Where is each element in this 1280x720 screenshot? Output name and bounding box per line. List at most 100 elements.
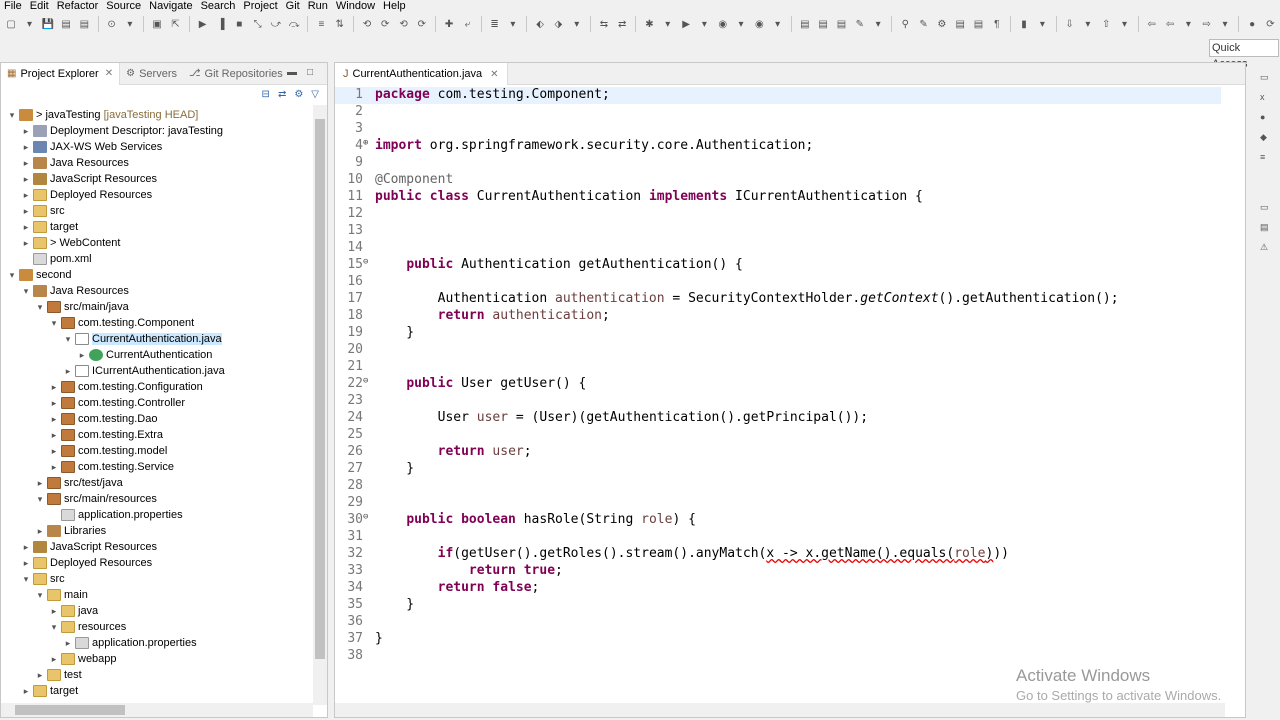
fold-icon[interactable]: ⊖ (363, 257, 371, 267)
tab-git-repositories[interactable]: ⎇ Git Repositories (183, 63, 289, 85)
tree-item[interactable]: ▸ target (21, 219, 78, 235)
toolbar-button-icon[interactable]: ≣ (487, 16, 501, 32)
chevron-right-icon[interactable]: ▸ (49, 382, 59, 393)
tree-item[interactable]: ▾ src/main/java (35, 299, 129, 315)
outline-icon[interactable]: ≡ (1260, 152, 1272, 164)
tree-item[interactable]: ▸ Libraries (35, 523, 106, 539)
quick-access-input[interactable]: Quick Access (1209, 39, 1279, 70)
chevron-right-icon[interactable]: ▸ (21, 174, 31, 185)
menu-project[interactable]: Project (239, 0, 281, 12)
toolbar-button-icon[interactable]: ▐ (214, 16, 228, 32)
tree-item[interactable]: ▾ com.testing.Component (49, 315, 194, 331)
code-line[interactable]: 23 (335, 393, 1221, 410)
tree-item[interactable]: ▾ src/main/resources (35, 491, 157, 507)
chevron-down-icon[interactable]: ▾ (35, 590, 45, 601)
tab-servers[interactable]: ⚙ Servers (120, 63, 183, 85)
chevron-right-icon[interactable]: ▸ (21, 686, 31, 697)
code-line[interactable]: 28 (335, 478, 1221, 495)
restore-icon[interactable]: ▭ (1260, 202, 1272, 214)
chevron-down-icon[interactable]: ▾ (49, 318, 59, 329)
toolbar-button-icon[interactable]: ▶ (195, 16, 209, 32)
toolbar-button-icon[interactable]: ⤻ (269, 16, 283, 32)
tree-item[interactable]: pom.xml (21, 251, 92, 267)
toolbar-button-icon[interactable]: ⬖ (533, 16, 547, 32)
toolbar-button-icon[interactable]: ● (1245, 16, 1259, 32)
tree-item[interactable]: ▸ com.testing.Dao (49, 411, 157, 427)
tree-item[interactable]: ▾ main (35, 587, 88, 603)
toolbar-button-icon[interactable]: ⟳ (1263, 16, 1277, 32)
chevron-right-icon[interactable]: ▸ (21, 126, 31, 137)
code-line[interactable]: 37} (335, 631, 1221, 648)
toolbar-button-icon[interactable]: ▤ (798, 16, 812, 32)
code-line[interactable]: 13 (335, 223, 1221, 240)
editor-tab[interactable]: J CurrentAuthentication.java ✕ (335, 63, 508, 85)
chevron-right-icon[interactable]: ▸ (49, 430, 59, 441)
toolbar-button-icon[interactable]: ⇨ (1199, 16, 1213, 32)
tree-vertical-scrollbar[interactable] (313, 105, 327, 705)
tree-item[interactable]: ▾ Java Resources (21, 283, 129, 299)
code-line[interactable]: 3 (335, 121, 1221, 138)
toolbar-button-icon[interactable]: ▾ (1181, 16, 1195, 32)
menu-source[interactable]: Source (102, 0, 145, 12)
code-line[interactable]: 24 User user = (User)(getAuthentication(… (335, 410, 1221, 427)
toolbar-button-icon[interactable]: ▤ (59, 16, 73, 32)
tree-item[interactable]: ▸ JavaScript Resources (21, 539, 157, 555)
toolbar-button-icon[interactable]: ¶ (990, 16, 1004, 32)
chevron-right-icon[interactable]: ▸ (63, 638, 73, 649)
link-editor-icon[interactable]: ⇄ (278, 89, 286, 100)
toolbar-button-icon[interactable]: ⟲ (360, 16, 374, 32)
minimize-icon[interactable]: ▬ (287, 67, 297, 78)
toolbar-button-icon[interactable]: ⟳ (378, 16, 392, 32)
toolbar-button-icon[interactable]: ▢ (4, 16, 18, 32)
toolbar-button-icon[interactable]: ▾ (1117, 16, 1131, 32)
toolbar-button-icon[interactable]: ▮ (1017, 16, 1031, 32)
toolbar-button-icon[interactable]: 💾 (41, 16, 55, 32)
toolbar-button-icon[interactable]: ▶ (679, 16, 693, 32)
code-line[interactable]: 19 } (335, 325, 1221, 342)
tree-item[interactable]: ▸ application.properties (63, 635, 197, 651)
chevron-right-icon[interactable]: ▸ (21, 238, 31, 249)
tree-item[interactable]: ▸ com.testing.Extra (49, 427, 163, 443)
tree-item[interactable]: ▸ test (35, 667, 82, 683)
toolbar-button-icon[interactable]: ■ (232, 16, 246, 32)
tree-item[interactable]: ▸ Deployed Resources (21, 187, 152, 203)
toolbar-button-icon[interactable]: ✎ (916, 16, 930, 32)
code-line[interactable]: 15 ⊖ public Authentication getAuthenticat… (335, 257, 1221, 274)
chevron-right-icon[interactable]: ▸ (63, 366, 73, 377)
code-line[interactable]: 10 @Component (335, 172, 1221, 189)
code-line[interactable]: 11 public class CurrentAuthentication imp… (335, 189, 1221, 206)
chevron-right-icon[interactable]: ▸ (35, 478, 45, 489)
chevron-right-icon[interactable]: ▸ (21, 558, 31, 569)
code-line[interactable]: 25 (335, 427, 1221, 444)
toolbar-button-icon[interactable]: ⇅ (333, 16, 347, 32)
code-line[interactable]: 27 } (335, 461, 1221, 478)
chevron-right-icon[interactable]: ▸ (21, 190, 31, 201)
toolbar-button-icon[interactable]: ◉ (716, 16, 730, 32)
chevron-down-icon[interactable]: ▾ (35, 494, 45, 505)
toolbar-button-icon[interactable]: ⚙ (935, 16, 949, 32)
menu-navigate[interactable]: Navigate (145, 0, 196, 12)
tree-item[interactable]: ▸ webapp (49, 651, 117, 667)
chevron-right-icon[interactable]: ▸ (35, 526, 45, 537)
fold-icon[interactable]: ⊕ (363, 138, 371, 148)
tree-item[interactable]: ▾ > javaTesting [javaTesting HEAD] (7, 107, 198, 123)
toolbar-button-icon[interactable]: ⚲ (898, 16, 912, 32)
code-line[interactable]: 38 (335, 648, 1221, 665)
toolbar-button-icon[interactable]: ⇩ (1062, 16, 1076, 32)
code-line[interactable]: 35 } (335, 597, 1221, 614)
code-line[interactable]: 14 (335, 240, 1221, 257)
chevron-right-icon[interactable]: ▸ (49, 446, 59, 457)
chevron-down-icon[interactable]: ▾ (49, 622, 59, 633)
tree-item[interactable]: ▾ CurrentAuthentication.java (63, 331, 222, 347)
chevron-down-icon[interactable]: ▾ (21, 286, 31, 297)
menu-refactor[interactable]: Refactor (53, 0, 103, 12)
code-line[interactable]: 30 ⊖ public boolean hasRole(String role) … (335, 512, 1221, 529)
menu-edit[interactable]: Edit (26, 0, 53, 12)
view-menu-icon[interactable]: ▽ (311, 89, 319, 100)
code-line[interactable]: 21 (335, 359, 1221, 376)
toolbar-button-icon[interactable]: ✱ (642, 16, 656, 32)
toolbar-button-icon[interactable]: ⤶ (460, 16, 474, 32)
chevron-right-icon[interactable]: ▸ (49, 654, 59, 665)
code-line[interactable]: 32 if(getUser().getRoles().stream().anyM… (335, 546, 1221, 563)
tree-item[interactable]: application.properties (49, 507, 183, 523)
